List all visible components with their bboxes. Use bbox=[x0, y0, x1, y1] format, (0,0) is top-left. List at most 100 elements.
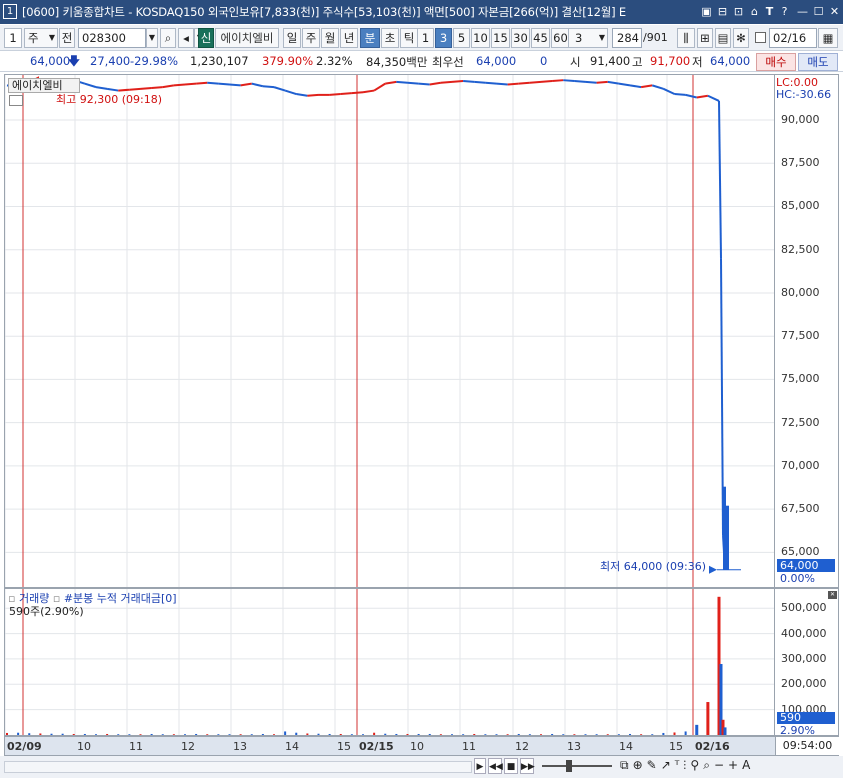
date-input[interactable]: 02/16 bbox=[769, 28, 817, 48]
interval-button[interactable]: 5 bbox=[453, 28, 470, 48]
interval-select[interactable]: 3 ▼ bbox=[568, 28, 608, 48]
period-button[interactable]: 초 bbox=[381, 28, 399, 48]
link-icon[interactable]: ⚲ bbox=[690, 758, 703, 772]
period-button[interactable]: 분 bbox=[360, 28, 380, 48]
price-chart[interactable] bbox=[5, 75, 774, 587]
close-icon[interactable]: ✕ bbox=[828, 5, 841, 18]
zoom-slider-handle[interactable] bbox=[566, 760, 572, 772]
volume-bar bbox=[50, 733, 53, 735]
interval-button[interactable]: 3 bbox=[435, 28, 452, 48]
line-icon[interactable]: ↗ bbox=[661, 758, 675, 772]
x-tick-label: 13 bbox=[233, 740, 247, 753]
scroll-track[interactable] bbox=[4, 761, 472, 773]
copy-icon[interactable]: ⧉ bbox=[620, 758, 633, 772]
volume-bar bbox=[439, 734, 442, 735]
pin-icon[interactable]: ⌂ bbox=[748, 5, 761, 18]
zoom-slider-track[interactable] bbox=[542, 765, 612, 767]
draw-icon[interactable]: ✎ bbox=[647, 758, 661, 772]
interval-button[interactable]: 10 bbox=[471, 28, 490, 48]
price-segment bbox=[407, 81, 419, 85]
layout-icon[interactable]: ▣ bbox=[700, 5, 713, 18]
interval-button[interactable]: 1 bbox=[417, 28, 434, 48]
buy-button[interactable]: 매수 bbox=[756, 53, 796, 71]
indicator-icon[interactable]: ⊞ bbox=[697, 28, 713, 48]
stop-icon[interactable]: ■ bbox=[504, 758, 518, 774]
save-window-icon[interactable]: ⊟ bbox=[716, 5, 729, 18]
save-icon[interactable]: ▤ bbox=[715, 28, 731, 48]
price-segment bbox=[574, 80, 586, 83]
x-tick-label: 12 bbox=[181, 740, 195, 753]
best-ask: 64,000 bbox=[476, 54, 517, 68]
minimize-icon[interactable]: — bbox=[796, 5, 809, 18]
quote-bar: 64,000 🡇 27,400 -29.98% 1,230,107 379.90… bbox=[0, 52, 843, 72]
volume-bar bbox=[217, 734, 220, 735]
maximize-icon[interactable]: ☐ bbox=[812, 5, 825, 18]
volume-bar bbox=[473, 733, 476, 735]
price-tick-label: 77,500 bbox=[781, 329, 820, 343]
measure-icon[interactable]: ⊕ bbox=[633, 758, 647, 772]
help-icon[interactable]: ? bbox=[778, 5, 791, 18]
grid-toggle-icon[interactable] bbox=[9, 95, 23, 106]
panel-close-icon[interactable]: ✕ bbox=[828, 591, 837, 599]
price-segment bbox=[151, 86, 163, 89]
volume-bar bbox=[551, 733, 554, 735]
search-icon[interactable]: ⌕ bbox=[160, 28, 176, 48]
search-icon[interactable]: ⌕ bbox=[703, 758, 714, 772]
title-bar: 1 [0600] 키움종합차트 - KOSDAQ150 외국인보유[7,833(… bbox=[0, 0, 843, 24]
date-checkbox[interactable] bbox=[755, 32, 766, 43]
period-button[interactable]: 월 bbox=[321, 28, 339, 48]
volume-bar bbox=[495, 734, 498, 735]
stock-code-input[interactable]: 028300 bbox=[78, 28, 146, 48]
interval-button[interactable]: 45 bbox=[531, 28, 550, 48]
period-button[interactable]: 틱 bbox=[400, 28, 418, 48]
code-dropdown-icon[interactable]: ▼ bbox=[146, 28, 158, 48]
mode-select[interactable]: 주 ▼ bbox=[24, 28, 58, 48]
tool-icons: ⧉⊕✎↗ᵀ⫶⚲⌕−+A bbox=[620, 758, 754, 773]
calendar-icon[interactable]: ▦ bbox=[818, 28, 838, 48]
price-segment bbox=[674, 93, 686, 96]
play-icon[interactable]: ▶ bbox=[474, 758, 486, 774]
volume-bar bbox=[428, 733, 431, 735]
price-segment bbox=[373, 82, 386, 92]
price-tick-label: 90,000 bbox=[781, 112, 820, 126]
x-tick-label: 15 bbox=[337, 740, 351, 753]
price-segment bbox=[429, 81, 442, 86]
x-tick-label: 02/09 bbox=[7, 740, 42, 753]
window-number-badge: 1 bbox=[3, 4, 17, 19]
rewind-icon[interactable]: ◀◀ bbox=[488, 758, 503, 774]
auto-icon[interactable]: A bbox=[742, 758, 754, 772]
candle-icon[interactable]: ⫼ bbox=[677, 28, 695, 48]
min-arrow-icon bbox=[709, 565, 717, 574]
period-button[interactable]: 일 bbox=[283, 28, 301, 48]
period-button[interactable]: 년 bbox=[340, 28, 358, 48]
low-price: 64,000 bbox=[710, 54, 751, 68]
sound-icon[interactable]: ◂ bbox=[178, 28, 194, 48]
zoom-in-icon[interactable]: + bbox=[728, 758, 742, 772]
zoom-out-icon[interactable]: − bbox=[714, 758, 728, 772]
bar-count-input[interactable]: 284 bbox=[612, 28, 642, 48]
down-arrow-icon: 🡇 bbox=[68, 54, 80, 68]
chevron-down-icon: ▼ bbox=[598, 33, 605, 42]
period-button[interactable]: 주 bbox=[302, 28, 320, 48]
price-tick-label: 82,500 bbox=[781, 242, 820, 256]
volume-bar bbox=[706, 702, 710, 735]
price-segment bbox=[140, 86, 152, 90]
price-segment bbox=[396, 80, 408, 84]
gear-icon[interactable]: ✻ bbox=[733, 28, 749, 48]
volume-bar bbox=[506, 734, 509, 735]
volume-chart[interactable] bbox=[5, 589, 774, 735]
screen-number-icon[interactable]: 1 bbox=[4, 28, 22, 48]
x-tick-label: 02/16 bbox=[695, 740, 730, 753]
price-change: 27,400 bbox=[90, 54, 131, 68]
sell-button[interactable]: 매도 bbox=[798, 53, 838, 71]
price-segment bbox=[618, 82, 631, 87]
volume: 1,230,107 bbox=[190, 54, 249, 68]
price-segment bbox=[196, 81, 208, 85]
forward-icon[interactable]: ▶▶ bbox=[520, 758, 535, 774]
font-icon[interactable]: T bbox=[763, 5, 776, 18]
prev-button[interactable]: 전 bbox=[59, 28, 75, 48]
restore-icon[interactable]: ⊡ bbox=[732, 5, 745, 18]
price-segment bbox=[707, 94, 720, 102]
interval-button[interactable]: 30 bbox=[511, 28, 530, 48]
interval-button[interactable]: 15 bbox=[491, 28, 510, 48]
